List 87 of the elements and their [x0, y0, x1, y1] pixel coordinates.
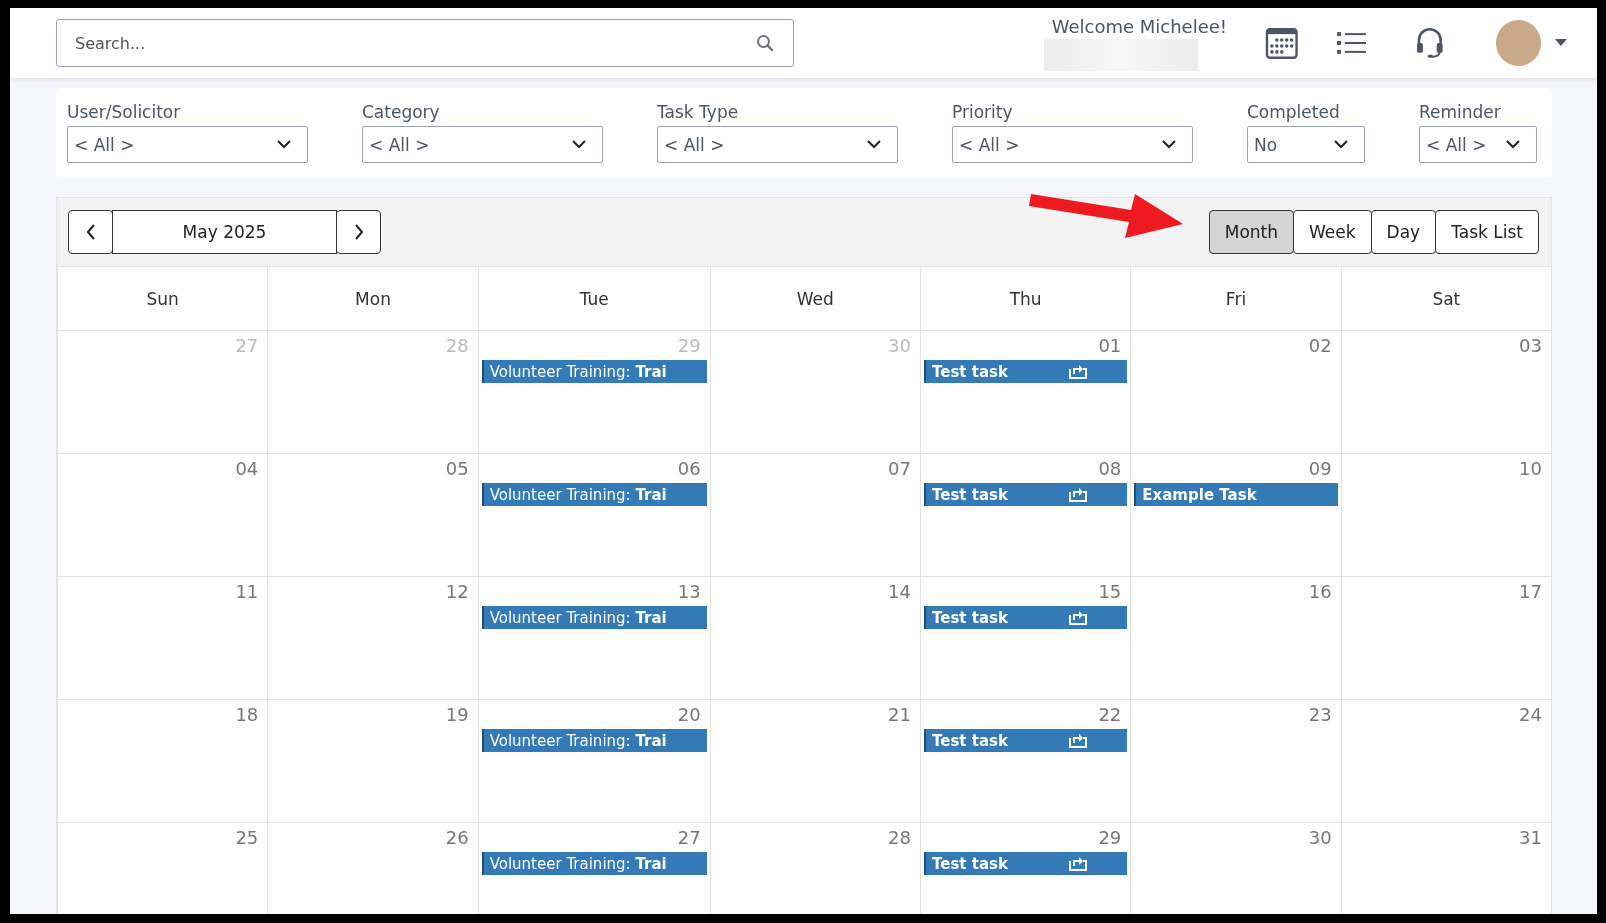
day-number: 15 [1098, 581, 1122, 602]
weekday-header: Thu [920, 266, 1131, 330]
search-icon [755, 34, 774, 52]
day-number: 30 [1308, 827, 1332, 848]
day-number: 22 [1098, 704, 1122, 725]
filter-label: Category [362, 102, 441, 122]
day-number: 29 [677, 335, 701, 356]
day-number: 27 [677, 827, 701, 848]
filter-dropdown[interactable]: No [1247, 126, 1365, 163]
day-number: 09 [1308, 458, 1332, 479]
headset-icon[interactable] [1416, 27, 1444, 59]
day-number: 08 [1098, 458, 1122, 479]
day-number: 18 [235, 704, 259, 725]
weekday-header: Mon [267, 266, 478, 330]
day-number: 23 [1308, 704, 1332, 725]
filter-label: Completed [1247, 102, 1341, 122]
day-number: 17 [1519, 581, 1542, 602]
day-number: 13 [677, 581, 701, 602]
day-number: 04 [235, 458, 259, 479]
view-tab[interactable]: Week [1293, 210, 1372, 254]
caret-icon[interactable] [1555, 39, 1567, 47]
chevron-down-icon [572, 140, 586, 149]
chevron-down-icon [1162, 140, 1176, 149]
calendar-event[interactable]: Volunteer Training: Trai [481, 360, 707, 383]
day-number: 07 [888, 458, 911, 479]
calendar-event[interactable]: Test task [924, 360, 1128, 383]
day-number: 12 [445, 581, 469, 602]
filter-label: User/Solicitor [67, 102, 182, 122]
day-number: 21 [888, 704, 911, 725]
day-number: 26 [445, 827, 469, 848]
day-number: 31 [1519, 827, 1542, 848]
calendar-event[interactable]: Volunteer Training: Trai [481, 729, 707, 752]
filter-dropdown[interactable]: < All > [657, 126, 898, 163]
day-number: 14 [888, 581, 911, 602]
day-number: 20 [677, 704, 701, 725]
day-number: 24 [1519, 704, 1542, 725]
day-number: 16 [1308, 581, 1332, 602]
calendar-event[interactable]: Volunteer Training: Trai [481, 852, 707, 875]
day-number: 25 [235, 827, 259, 848]
welcome-text: Welcome Michelee! [1051, 15, 1228, 37]
view-tab[interactable]: Month [1208, 210, 1295, 254]
weekday-header: Tue [477, 266, 710, 330]
day-number: 19 [445, 704, 469, 725]
day-number: 05 [445, 458, 469, 479]
day-number: 29 [1098, 827, 1122, 848]
weekday-header: Wed [709, 266, 920, 330]
previous-button[interactable] [68, 210, 113, 254]
chevron-right-icon [353, 224, 364, 240]
chevron-down-icon [1334, 140, 1348, 149]
filter-dropdown[interactable]: < All > [1419, 126, 1537, 163]
view-tab[interactable]: Day [1370, 210, 1437, 254]
chevron-down-icon [867, 140, 881, 149]
filter-dropdown[interactable]: < All > [362, 126, 603, 163]
weekday-header: Sat [1340, 266, 1551, 330]
calendar-event[interactable]: Test task [924, 483, 1128, 506]
calendar-icon[interactable] [1265, 26, 1299, 60]
day-number: 11 [235, 581, 259, 602]
period-button[interactable]: May 2025 [112, 210, 337, 254]
list-icon[interactable] [1336, 31, 1367, 55]
filter-label: Task Type [657, 102, 740, 122]
calendar-event[interactable]: Test task [924, 852, 1128, 875]
weekday-header: Sun [57, 266, 268, 330]
day-number: 10 [1519, 458, 1542, 479]
calendar-event[interactable]: Volunteer Training: Trai [481, 606, 707, 629]
filter-label: Reminder [1419, 102, 1502, 122]
chevron-down-icon [1506, 140, 1520, 149]
search-field[interactable]: Search... [56, 19, 794, 67]
day-number: 27 [235, 335, 259, 356]
day-number: 06 [677, 458, 701, 479]
chevron-down-icon [277, 140, 291, 149]
filter-dropdown[interactable]: < All > [952, 126, 1193, 163]
day-number: 01 [1098, 335, 1122, 356]
day-number: 02 [1308, 335, 1332, 356]
calendar-event[interactable]: Volunteer Training: Trai [481, 483, 707, 506]
day-number: 30 [888, 335, 911, 356]
calendar-event[interactable]: Test task [924, 729, 1128, 752]
next-button[interactable] [336, 210, 381, 254]
filter-label: Priority [952, 102, 1014, 122]
day-number: 03 [1519, 335, 1542, 356]
calendar-event[interactable]: Example Task [1134, 483, 1338, 506]
day-number: 28 [888, 827, 911, 848]
chevron-left-icon [85, 224, 96, 240]
view-tab[interactable]: Task List [1435, 210, 1539, 254]
filter-dropdown[interactable]: < All > [67, 126, 308, 163]
calendar-event[interactable]: Test task [924, 606, 1128, 629]
day-number: 28 [445, 335, 469, 356]
weekday-header: Fri [1130, 266, 1341, 330]
